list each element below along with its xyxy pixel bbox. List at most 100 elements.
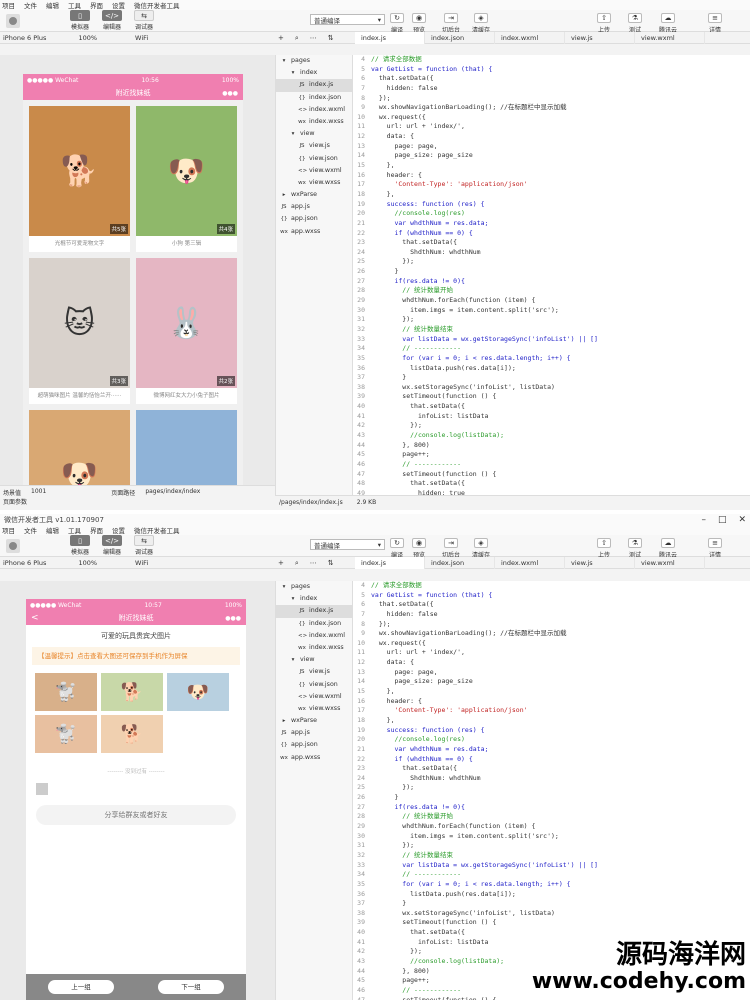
more-icon[interactable]: ●●● (225, 615, 241, 622)
simulator-button[interactable]: ▯ 模拟器 (65, 535, 95, 556)
editor-button[interactable]: </> 编辑器 (97, 10, 127, 31)
sort-icon[interactable]: ⇅ (328, 32, 334, 44)
debugger-button[interactable]: ⇆ 调试器 (129, 535, 159, 556)
file-tree-item[interactable]: ▾ pages (276, 55, 352, 67)
code-editor[interactable]: 4 // 请求全部数据 5 var GetList = function (that)… (353, 55, 750, 495)
back-icon[interactable]: < (31, 613, 39, 623)
file-tree-item[interactable]: {} view.json (276, 153, 352, 165)
file-tree-item[interactable]: ▾ index (276, 593, 352, 605)
card-photo[interactable]: 🐶 共4张 (136, 106, 237, 236)
menu-item[interactable]: 设置 (112, 0, 125, 10)
file-tree-item[interactable]: ▾ view (276, 654, 352, 666)
file-tree-item[interactable]: {} index.json (276, 92, 352, 104)
file-tree-item[interactable]: JS index.js (276, 79, 352, 92)
file-tree-item[interactable]: wx index.wxss (276, 116, 352, 128)
file-tree-item[interactable]: ▸ wxParse (276, 715, 352, 727)
close-icon[interactable]: ✕ (738, 515, 746, 525)
menu-item[interactable]: 编辑 (46, 525, 59, 535)
image-card[interactable]: 🐱 共3张 超萌猫咪图片 温馨的恬怡兰开······ (29, 258, 130, 404)
tab-index-wxml[interactable]: index.wxml (495, 32, 565, 44)
menu-item[interactable]: 工具 (68, 525, 81, 535)
add-icon[interactable]: + (278, 557, 284, 569)
thumbnail-image[interactable]: 🐩 (35, 673, 97, 711)
card-photo[interactable]: 🐕 共5张 (29, 106, 130, 236)
upload-button[interactable]: ⇧ 上传 (597, 13, 611, 34)
details-button[interactable]: ≡ 详情 (708, 13, 722, 34)
file-tree-item[interactable]: wx view.wxss (276, 703, 352, 715)
avatar[interactable] (6, 13, 20, 28)
minimize-icon[interactable]: – (701, 515, 706, 525)
card-photo[interactable]: 🐶 (29, 410, 130, 485)
network-select[interactable]: WiFi (132, 34, 151, 42)
cut-backend-button[interactable]: ⇥ 切后台 (442, 13, 460, 34)
search-icon[interactable]: ⌕ (295, 32, 299, 44)
file-tree-item[interactable]: JS app.js (276, 201, 352, 213)
tab-view-wxml[interactable]: view.wxml (635, 557, 705, 569)
debugger-button[interactable]: ⇆ 调试器 (129, 10, 159, 31)
menu-item[interactable]: 微信开发者工具 (134, 525, 180, 535)
file-tree-item[interactable]: {} index.json (276, 618, 352, 630)
image-card[interactable]: 🐰 共2张 微博网红女大力小兔子图片 (136, 258, 237, 404)
file-tree-item[interactable]: wx app.wxss (276, 226, 352, 238)
file-tree-item[interactable]: wx view.wxss (276, 177, 352, 189)
card-photo[interactable]: 🐰 共2张 (136, 258, 237, 388)
thumbnail-image[interactable]: 🐕 (101, 715, 163, 753)
cut-backend-button[interactable]: ⇥ 切后台 (442, 538, 460, 559)
clear-cache-button[interactable]: ◈ 清缓存 (472, 538, 490, 559)
card-photo[interactable] (136, 410, 237, 485)
menu-item[interactable]: 微信开发者工具 (134, 0, 180, 10)
tab-view-js[interactable]: view.js (565, 32, 635, 44)
next-group-button[interactable]: 下一组 (158, 980, 224, 994)
thumbnail-image[interactable]: 🐶 (167, 673, 229, 711)
preview-button[interactable]: ◉ 预览 (412, 538, 426, 559)
file-tree-item[interactable]: JS view.js (276, 140, 352, 152)
tab-view-wxml[interactable]: view.wxml (635, 32, 705, 44)
details-button[interactable]: ≡ 详情 (708, 538, 722, 559)
code-editor[interactable]: 4 // 请求全部数据 5 var GetList = function (that)… (353, 581, 750, 1000)
more-icon[interactable]: ⋯ (310, 557, 317, 569)
file-tree-item[interactable]: ▾ index (276, 67, 352, 79)
card-photo[interactable]: 🐱 共3张 (29, 258, 130, 388)
file-tree-item[interactable]: <> index.wxml (276, 104, 352, 116)
clear-cache-button[interactable]: ◈ 清缓存 (472, 13, 490, 34)
avatar[interactable] (6, 538, 20, 553)
maximize-icon[interactable]: □ (718, 515, 727, 525)
more-icon[interactable]: ⋯ (310, 32, 317, 44)
tab-index-js[interactable]: index.js (355, 32, 425, 44)
zoom-select[interactable]: 100% (75, 34, 100, 42)
test-button[interactable]: ⚗ 测试 (628, 13, 642, 34)
menu-item[interactable]: 界面 (90, 0, 103, 10)
network-select[interactable]: WiFi (132, 559, 151, 567)
file-tree-item[interactable]: <> view.wxml (276, 165, 352, 177)
upload-button[interactable]: ⇧ 上传 (597, 538, 611, 559)
tab-view-js[interactable]: view.js (565, 557, 635, 569)
file-tree-item[interactable]: wx index.wxss (276, 642, 352, 654)
file-tree-item[interactable]: <> index.wxml (276, 630, 352, 642)
menu-item[interactable]: 文件 (24, 0, 37, 10)
menu-item[interactable]: 界面 (90, 525, 103, 535)
thumbnail-image[interactable]: 🐕 (101, 673, 163, 711)
zoom-select[interactable]: 100% (75, 559, 100, 567)
image-card[interactable]: 🐶 (29, 410, 130, 485)
tab-index-wxml[interactable]: index.wxml (495, 557, 565, 569)
file-tree-item[interactable]: wx app.wxss (276, 752, 352, 764)
prev-group-button[interactable]: 上一组 (48, 980, 114, 994)
add-icon[interactable]: + (278, 32, 284, 44)
more-icon[interactable]: ●●● (222, 90, 238, 97)
file-tree-item[interactable]: JS index.js (276, 605, 352, 618)
compile-mode-select[interactable]: 普通编译 ▾ (310, 14, 385, 25)
image-card[interactable]: 🐶 共4张 小狗 第三辑 (136, 106, 237, 252)
compile-mode-select[interactable]: 普通编译 ▾ (310, 539, 385, 550)
thumbnail-image[interactable]: 🐩 (35, 715, 97, 753)
file-tree-item[interactable]: ▾ pages (276, 581, 352, 593)
test-button[interactable]: ⚗ 测试 (628, 538, 642, 559)
tab-index-json[interactable]: index.json (425, 32, 495, 44)
compile-button[interactable]: ↻ 编译 (390, 13, 404, 34)
editor-button[interactable]: </> 编辑器 (97, 535, 127, 556)
image-card[interactable]: 🐕 共5张 光棍节可爱宠物文字 (29, 106, 130, 252)
menu-item[interactable]: 设置 (112, 525, 125, 535)
image-card[interactable] (136, 410, 237, 485)
menu-item[interactable]: 文件 (24, 525, 37, 535)
file-tree-item[interactable]: {} app.json (276, 213, 352, 225)
share-button[interactable]: 分享给群友或者好友 (36, 805, 236, 825)
